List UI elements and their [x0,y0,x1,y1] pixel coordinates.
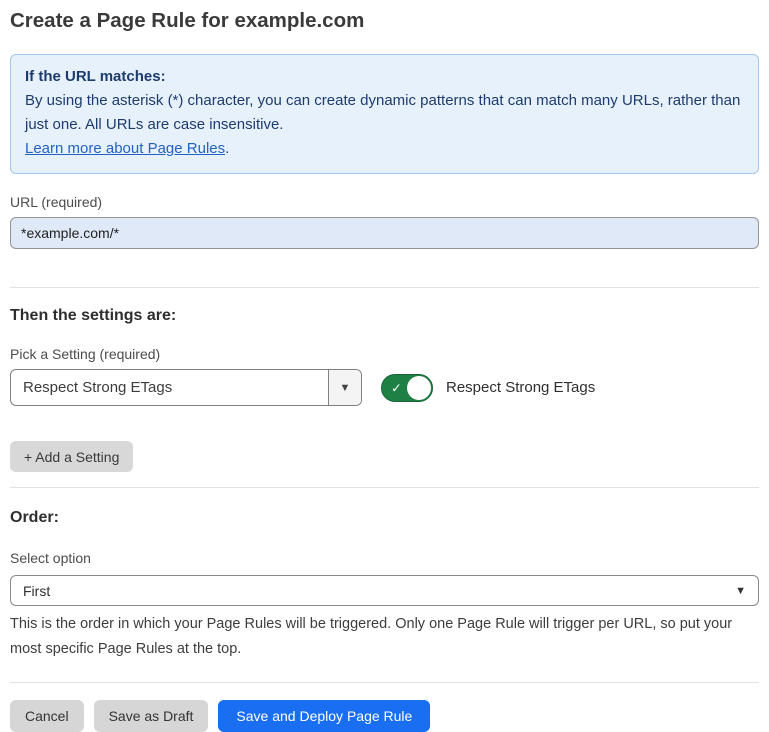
learn-more-link[interactable]: Learn more about Page Rules [25,140,225,157]
add-setting-button[interactable]: + Add a Setting [10,441,133,472]
url-match-info-box: If the URL matches: By using the asteris… [10,54,759,174]
save-deploy-button[interactable]: Save and Deploy Page Rule [218,700,430,732]
save-draft-button[interactable]: Save as Draft [94,700,209,732]
info-box-heading: If the URL matches: [25,65,744,89]
chevron-down-icon: ▼ [340,382,351,394]
order-select-value: First [23,583,50,599]
cancel-button[interactable]: Cancel [10,700,84,732]
create-page-rule-form: Create a Page Rule for example.com If th… [0,9,769,732]
chevron-down-icon: ▼ [735,585,746,597]
info-box-link-line: Learn more about Page Rules. [25,137,744,161]
check-icon: ✓ [391,381,402,394]
info-box-body: By using the asterisk (*) character, you… [25,89,744,137]
divider [10,287,759,288]
divider [10,487,759,488]
setting-dropdown[interactable]: Respect Strong ETags ▼ [10,369,362,406]
order-select-label: Select option [10,550,759,566]
order-select[interactable]: First ▼ [10,575,759,606]
etags-toggle[interactable]: ✓ [381,374,433,402]
toggle-label: Respect Strong ETags [446,379,595,396]
link-suffix: . [225,140,229,157]
url-field-label: URL (required) [10,194,759,210]
toggle-knob [407,376,431,400]
order-help-text: This is the order in which your Page Rul… [10,612,759,662]
setting-dropdown-value: Respect Strong ETags [11,370,328,405]
divider [10,682,759,683]
form-actions: Cancel Save as Draft Save and Deploy Pag… [10,700,759,732]
page-title: Create a Page Rule for example.com [10,9,759,33]
url-input[interactable] [10,217,759,249]
setting-dropdown-arrow-button[interactable]: ▼ [328,370,361,405]
settings-section-heading: Then the settings are: [10,307,759,325]
order-section-heading: Order: [10,509,759,527]
pick-setting-label: Pick a Setting (required) [10,346,759,362]
setting-row: Respect Strong ETags ▼ ✓ Respect Strong … [10,369,759,406]
